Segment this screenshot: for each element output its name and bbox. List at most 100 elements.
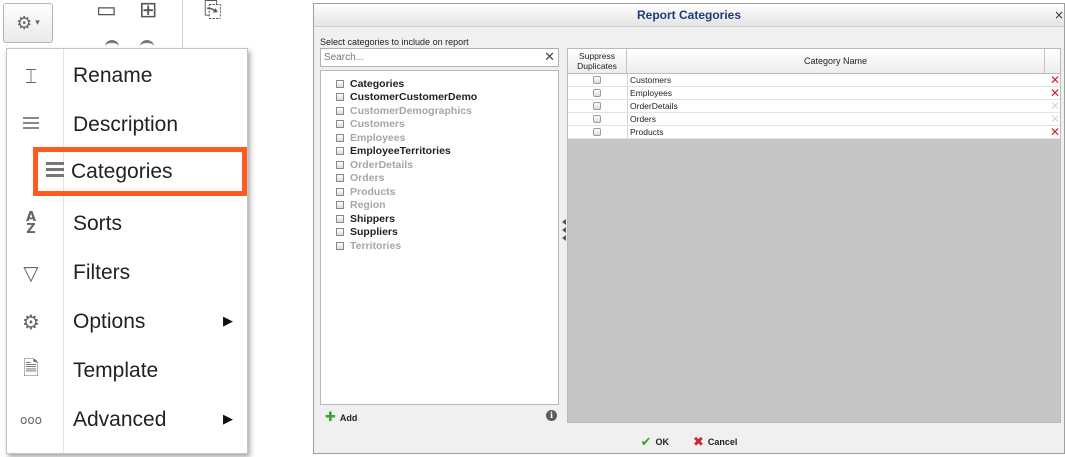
suppress-checkbox[interactable] <box>593 89 601 97</box>
ellipsis-icon: ooo <box>19 412 43 427</box>
menu-item-label: Sorts <box>73 211 123 235</box>
info-icon[interactable]: i <box>546 410 557 421</box>
category-item[interactable]: Suppliers <box>336 226 398 239</box>
delete-icon[interactable]: ✕ <box>1050 125 1060 139</box>
category-item[interactable]: Employees <box>336 131 405 144</box>
column-header-category-name[interactable]: Category Name <box>627 49 1045 73</box>
menu-item-label: Template <box>73 358 159 382</box>
selected-categories-grid: Suppress Duplicates Category Name Custom… <box>567 48 1061 423</box>
checkbox[interactable] <box>336 174 344 182</box>
available-categories-pane: ✕ Categories CustomerCustomerDemo Custom… <box>320 48 559 425</box>
delete-icon[interactable]: ✕ <box>1050 99 1060 113</box>
category-item[interactable]: CustomerCustomerDemo <box>336 91 477 104</box>
suppress-checkbox[interactable] <box>593 102 601 110</box>
checkbox[interactable] <box>336 147 344 155</box>
category-label: EmployeeTerritories <box>350 145 451 157</box>
menu-item-options[interactable]: ⚙ Options ▶ <box>7 297 247 346</box>
category-label: Orders <box>350 172 385 184</box>
checkbox[interactable] <box>336 187 344 196</box>
checkbox[interactable] <box>336 120 344 128</box>
category-label: Customers <box>350 118 405 130</box>
category-label: Region <box>350 199 386 211</box>
category-label: Shippers <box>350 212 395 225</box>
cell-divider <box>627 100 628 112</box>
checkbox[interactable] <box>336 160 344 169</box>
category-name-cell: Orders <box>630 114 656 124</box>
category-name-cell: Employees <box>630 88 673 98</box>
context-menu-area: ⚙ ▾ ▭ ⊞ ⎘ ⌶ Rename Description Categorie… <box>0 0 250 457</box>
clear-search-icon[interactable]: ✕ <box>544 49 555 66</box>
menu-item-label: Description <box>73 112 179 136</box>
dialog-title: Report Categories <box>314 4 1064 27</box>
category-item[interactable]: Orders <box>336 172 384 185</box>
table-row: Products ✕ <box>568 125 1060 139</box>
menu-item-categories[interactable]: Categories <box>33 147 247 196</box>
category-item[interactable]: Region <box>336 199 386 212</box>
plus-icon: ✚ <box>325 410 336 425</box>
grid-header: Suppress Duplicates Category Name <box>568 49 1060 74</box>
delete-icon[interactable]: ✕ <box>1050 86 1060 100</box>
add-box-icon[interactable]: ⊞ <box>139 0 157 22</box>
menu-item-filters[interactable]: ▽ Filters <box>7 248 247 297</box>
add-button[interactable]: ✚ Add <box>325 410 357 425</box>
checkbox[interactable] <box>336 133 344 142</box>
category-item[interactable]: Shippers <box>336 212 395 225</box>
column-header-suppress-duplicates[interactable]: Suppress Duplicates <box>568 49 627 73</box>
cancel-x-icon: ✖ <box>692 434 704 450</box>
category-item[interactable]: OrderDetails <box>336 158 413 171</box>
checkbox[interactable] <box>336 214 344 223</box>
checkbox[interactable] <box>336 106 344 115</box>
search-input[interactable] <box>324 50 534 64</box>
menu-item-label: Rename <box>73 63 153 87</box>
table-row: OrderDetails ✕ <box>568 99 1060 113</box>
export-icon[interactable]: ⎘ <box>204 0 222 22</box>
window-icon[interactable]: ▭ <box>96 0 117 22</box>
dropdown-menu: ⌶ Rename Description Categories AZ Sorts… <box>6 48 248 454</box>
close-icon[interactable]: × <box>1054 8 1064 22</box>
menu-item-template[interactable]: 🗎 Template <box>7 346 247 395</box>
checkbox[interactable] <box>336 79 344 88</box>
delete-icon[interactable]: ✕ <box>1050 73 1060 87</box>
gear-icon: ⚙ <box>16 12 33 34</box>
category-label: Products <box>350 185 396 198</box>
toolbar-divider <box>182 0 183 48</box>
menu-item-advanced[interactable]: ooo Advanced ▶ <box>7 395 247 444</box>
category-name-cell: Products <box>630 127 664 137</box>
category-item[interactable]: Territories <box>336 239 401 252</box>
checkmark-icon: ✔ <box>640 434 652 450</box>
suppress-checkbox[interactable] <box>593 76 601 84</box>
category-item[interactable]: EmployeeTerritories <box>336 145 451 158</box>
menu-item-description[interactable]: Description <box>7 100 247 149</box>
category-item[interactable]: Products <box>336 185 396 198</box>
cell-divider <box>627 126 628 138</box>
cancel-label: Cancel <box>707 437 738 447</box>
submenu-arrow-icon: ▶ <box>223 412 233 427</box>
table-row: Orders ✕ <box>568 112 1060 126</box>
table-row: Customers ✕ <box>568 73 1060 87</box>
header-label: Suppress <box>579 51 615 61</box>
category-name-cell: Customers <box>630 75 672 85</box>
suppress-checkbox[interactable] <box>593 128 601 136</box>
category-item[interactable]: CustomerDemographics <box>336 104 472 117</box>
suppress-checkbox[interactable] <box>593 115 601 123</box>
instruction-text: Select categories to include on report <box>320 37 469 47</box>
checkbox[interactable] <box>336 93 344 101</box>
category-item[interactable]: Customers <box>336 118 405 131</box>
cancel-button[interactable]: ✖ Cancel <box>693 435 737 450</box>
rename-icon: ⌶ <box>25 63 37 88</box>
report-categories-dialog: Report Categories × Select categories to… <box>313 3 1065 454</box>
category-label: Employees <box>350 131 406 144</box>
menu-item-rename[interactable]: ⌶ Rename <box>7 51 247 100</box>
menu-item-sorts[interactable]: AZ Sorts <box>7 199 247 248</box>
ok-button[interactable]: ✔ OK <box>641 435 669 450</box>
category-name-cell: OrderDetails <box>630 101 678 111</box>
checkbox[interactable] <box>336 241 344 250</box>
checkbox[interactable] <box>336 228 344 236</box>
lines-icon <box>7 113 55 137</box>
category-label: CustomerDemographics <box>350 104 472 117</box>
sort-az-icon: AZ <box>25 209 37 237</box>
checkbox[interactable] <box>336 201 344 209</box>
delete-icon[interactable]: ✕ <box>1050 112 1060 126</box>
gear-menu-button[interactable]: ⚙ ▾ <box>3 3 53 43</box>
category-item[interactable]: Categories <box>336 77 404 90</box>
